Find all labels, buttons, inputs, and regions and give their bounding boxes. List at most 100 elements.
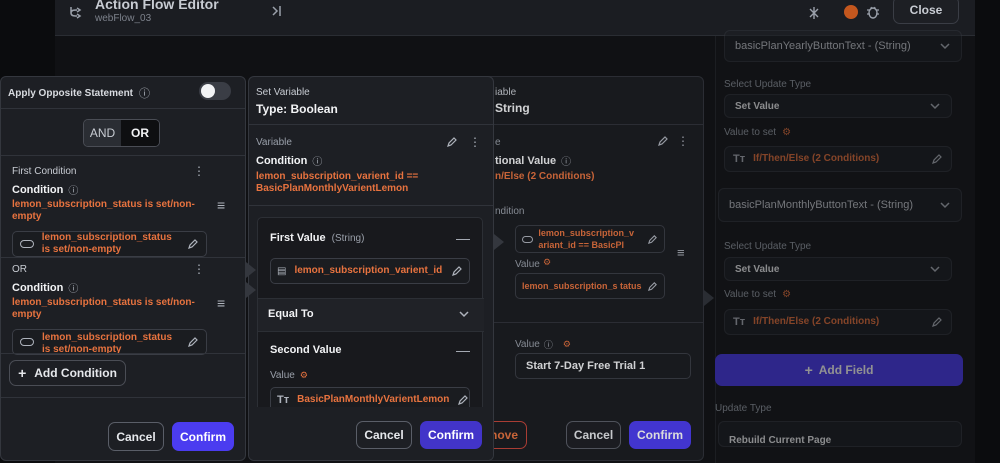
drag-handle-icon[interactable]: ≡ [217, 295, 225, 311]
edit-icon[interactable] [446, 136, 458, 148]
set-value-select[interactable]: Set Value [724, 257, 952, 281]
connector-arrow [494, 234, 504, 250]
condition-chip[interactable]: lemon_subscription_status is set/non-emp… [12, 329, 207, 355]
first-value-chip[interactable]: ▤ lemon_subscription_varient_id [270, 258, 470, 284]
condition-expression: lemon_subscription_status is set/non-emp… [12, 199, 195, 222]
list-icon: ▤ [277, 265, 287, 277]
first-condition-label: First Condition [12, 166, 77, 177]
first-value-type: (String) [331, 232, 365, 244]
value-to-set-row: Value to set ⚙ [724, 289, 792, 300]
toggle-icon [20, 338, 34, 346]
cancel-button[interactable]: Cancel [356, 421, 412, 449]
chevron-down-icon [929, 100, 941, 112]
collapse-minus-icon[interactable]: — [456, 230, 470, 246]
info-icon: ⓘ [561, 157, 572, 168]
conditions-panel: Apply Opposite Statement ⓘ AND OR First … [0, 76, 246, 461]
text-type-icon: Tт [277, 394, 290, 406]
field-row-monthly[interactable]: basicPlanMonthlyButtonText - (String) [718, 188, 962, 222]
field-row-yearly[interactable]: basicPlanYearlyButtonText - (String) [724, 30, 962, 62]
bug-icon[interactable] [863, 2, 883, 22]
edit-icon[interactable] [187, 336, 199, 348]
chevron-down-icon[interactable] [939, 40, 951, 52]
variable-icon[interactable]: ⚙ [563, 339, 571, 350]
variable-icon[interactable]: ⚙ [782, 289, 791, 300]
or-option[interactable]: OR [121, 120, 159, 146]
equal-to-label[interactable]: Equal To [268, 308, 314, 320]
update-type-label: Update Type [715, 403, 772, 414]
flow-icon [67, 4, 85, 22]
info-icon: ⓘ [68, 186, 79, 197]
edit-icon[interactable] [187, 238, 199, 250]
confirm-button[interactable]: Confirm [172, 422, 234, 451]
set-variable-panel: Set Variable Type: Boolean Variable ⋮ Co… [248, 76, 494, 461]
variable-icon[interactable]: ⚙ [782, 127, 791, 138]
condition-title: Condition [256, 154, 308, 167]
value-chip-monthly[interactable]: Tт If/Then/Else (2 Conditions) [724, 309, 952, 335]
edit-icon[interactable] [931, 316, 943, 328]
edit-icon[interactable] [647, 234, 658, 245]
connector-arrow [704, 290, 714, 306]
field-name: basicPlanYearlyButtonText - (String) [735, 40, 911, 52]
select-update-type-label: Select Update Type [724, 79, 812, 90]
confirm-button[interactable]: Confirm [420, 421, 482, 449]
cancel-button[interactable]: Cancel [108, 422, 164, 451]
edit-icon[interactable] [451, 265, 463, 277]
edit-icon[interactable] [647, 281, 658, 292]
edit-icon[interactable] [657, 135, 669, 147]
confirm-button[interactable]: Confirm [629, 421, 691, 449]
info-icon: ⓘ [312, 157, 323, 168]
value-chip-yearly[interactable]: Tт If/Then/Else (2 Conditions) [724, 146, 952, 172]
plus-icon: + [804, 362, 813, 378]
edit-icon[interactable] [931, 153, 943, 165]
chevron-down-icon[interactable] [939, 199, 951, 211]
conditional-value-panel: iable String e ⋮ tional Value ⓘ n/Else (… [480, 76, 704, 461]
apply-opposite-toggle[interactable] [199, 82, 231, 100]
variable-label: Variable [256, 137, 292, 148]
info-icon: ⓘ [543, 340, 553, 350]
update-fields-panel: basicPlanYearlyButtonText - (String) Sel… [715, 30, 975, 463]
and-option[interactable]: AND [84, 120, 122, 146]
logic-switch[interactable]: AND OR [83, 119, 160, 147]
set-value-text: Set Value [735, 100, 780, 112]
cancel-button[interactable]: Cancel [566, 421, 621, 449]
set-value-select[interactable]: Set Value [724, 94, 952, 118]
text-type-icon: Tт [733, 316, 746, 328]
variable-icon[interactable]: ⚙ [300, 370, 308, 381]
drag-handle-icon[interactable]: ≡ [677, 245, 685, 260]
condition-title: Condition [12, 281, 64, 294]
drag-handle-icon[interactable]: ≡ [217, 197, 225, 213]
add-field-button[interactable]: + Add Field [715, 354, 963, 386]
toggle-icon [522, 235, 534, 243]
status-dot-icon [844, 5, 858, 19]
debug-icon[interactable] [803, 2, 825, 24]
chevron-down-icon [929, 263, 941, 275]
condition-expression: lemon_subscription_status is set/non-emp… [12, 297, 195, 320]
close-button[interactable]: Close [893, 0, 959, 24]
first-value-label: First Value [270, 232, 326, 244]
connector-arrow [246, 262, 256, 278]
more-icon[interactable]: ⋮ [677, 134, 689, 148]
field-name: basicPlanMonthlyButtonText - (String) [729, 199, 914, 211]
info-icon: ⓘ [68, 284, 79, 295]
connector-arrow [246, 282, 256, 298]
value-chip[interactable]: lemon_subscription_s tatus [515, 273, 665, 299]
more-icon[interactable]: ⋮ [193, 164, 205, 178]
add-condition-button[interactable]: + Add Condition [9, 360, 126, 386]
more-icon[interactable]: ⋮ [193, 262, 205, 276]
toggle-knob [201, 84, 215, 98]
collapse-icon[interactable] [267, 3, 285, 19]
editor-subtitle: webFlow_03 [95, 13, 152, 24]
edit-icon[interactable] [457, 394, 469, 406]
variable-icon[interactable]: ⚙ [543, 257, 551, 268]
plus-icon: + [18, 365, 27, 381]
more-icon[interactable]: ⋮ [469, 135, 481, 149]
or-divider-label: OR [12, 264, 27, 275]
panel-type: Type: Boolean [256, 102, 338, 116]
condition-chip[interactable]: lemon_subscription_status is set/non-emp… [12, 231, 207, 257]
start-trial-input[interactable]: Start 7-Day Free Trial 1 [515, 353, 691, 379]
panel-header: Set Variable [256, 87, 310, 98]
condition-chip[interactable]: lemon_subscription_v ariant_id == BasicP… [515, 225, 665, 253]
update-type-select[interactable]: Rebuild Current Page [718, 421, 962, 447]
collapse-minus-icon[interactable]: — [456, 342, 470, 358]
chevron-down-icon[interactable] [458, 308, 470, 320]
